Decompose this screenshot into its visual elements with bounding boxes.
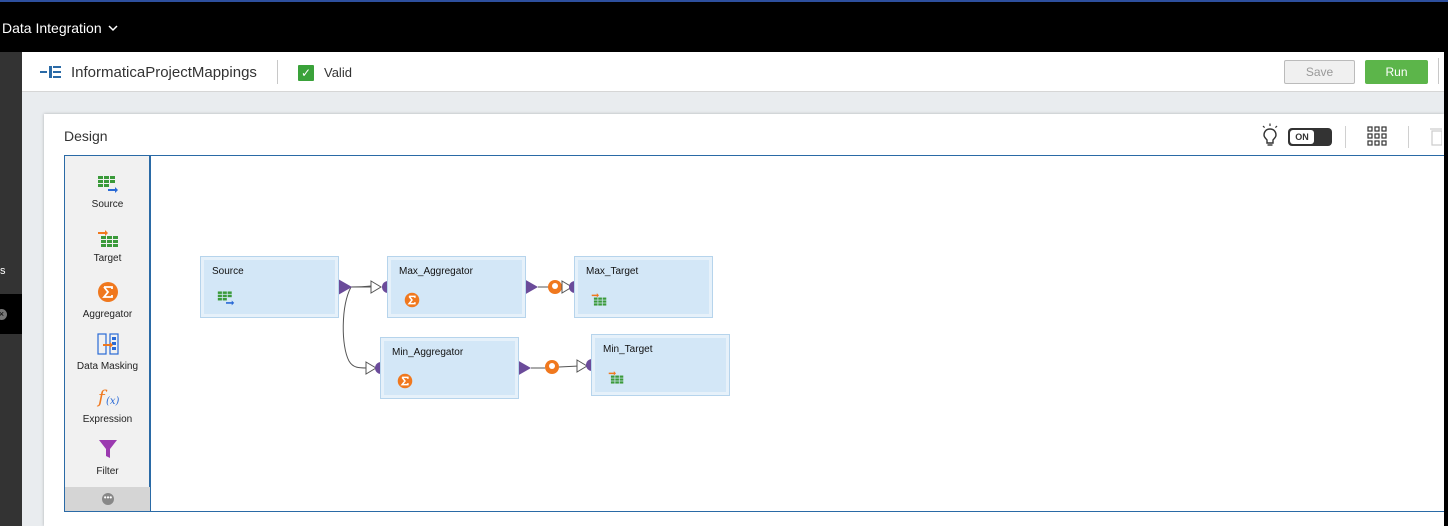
node-max-aggregator[interactable]: Max_Aggregator bbox=[387, 256, 526, 318]
palette-more[interactable]: ••• bbox=[65, 487, 150, 511]
valid-check-icon: ✓ bbox=[298, 65, 314, 81]
source-out-port bbox=[338, 279, 352, 295]
palette-label: Data Masking bbox=[76, 361, 139, 372]
target-icon bbox=[591, 293, 607, 306]
mapping-canvas[interactable]: Source Max_Aggregator Max_Target Min_Agg… bbox=[151, 155, 1444, 512]
aggregator-icon bbox=[97, 282, 118, 302]
palette-label: Filter bbox=[96, 466, 119, 477]
palette-label: Target bbox=[93, 253, 122, 264]
palette-item-expression[interactable]: f (x) Expression bbox=[65, 386, 150, 425]
aggregator-icon bbox=[404, 292, 420, 308]
palette-item-data-masking[interactable]: Data Masking bbox=[65, 333, 150, 372]
node-name: Min_Aggregator bbox=[392, 347, 464, 358]
grid-layout-icon[interactable] bbox=[1367, 126, 1387, 146]
palette-label: Expression bbox=[82, 414, 133, 425]
node-source[interactable]: Source bbox=[200, 256, 339, 318]
node-name: Max_Aggregator bbox=[399, 266, 473, 277]
divider bbox=[1408, 126, 1409, 148]
close-icon[interactable]: × bbox=[0, 309, 7, 320]
validation-status: Valid bbox=[324, 65, 352, 80]
right-edge bbox=[1444, 52, 1448, 526]
palette-label: Aggregator bbox=[82, 309, 133, 320]
data-masking-icon bbox=[96, 333, 119, 355]
source-icon bbox=[217, 291, 235, 306]
app-name: Data Integration bbox=[2, 20, 102, 36]
mapping-header: InformaticaProjectMappings ✓ Valid Save … bbox=[22, 52, 1444, 92]
palette-item-aggregator[interactable]: Aggregator bbox=[65, 281, 150, 320]
palette-label: Source bbox=[91, 199, 124, 210]
recommendation-toggle[interactable]: ON bbox=[1288, 128, 1332, 146]
left-rail-text: s bbox=[0, 265, 6, 277]
divider bbox=[277, 60, 278, 84]
run-button[interactable]: Run bbox=[1365, 60, 1428, 84]
palette-item-source[interactable]: Source bbox=[65, 175, 150, 210]
target-icon bbox=[608, 371, 624, 384]
palette-item-target[interactable]: Target bbox=[65, 229, 150, 264]
transformation-palette: Source Target Aggregator Data Masking f … bbox=[64, 155, 151, 512]
node-min-target[interactable]: Min_Target bbox=[591, 334, 730, 396]
source-icon bbox=[97, 176, 118, 193]
node-max-target[interactable]: Max_Target bbox=[574, 256, 713, 318]
save-button[interactable]: Save bbox=[1284, 60, 1355, 84]
target-icon bbox=[97, 230, 118, 247]
app-switcher[interactable]: Data Integration bbox=[2, 20, 118, 36]
divider bbox=[1345, 126, 1346, 148]
node-min-aggregator[interactable]: Min_Aggregator bbox=[380, 337, 519, 399]
palette-item-filter[interactable]: Filter bbox=[65, 438, 150, 477]
expression-icon: f (x) bbox=[96, 387, 120, 408]
trash-icon[interactable] bbox=[1430, 126, 1442, 146]
mapping-links bbox=[338, 279, 598, 376]
left-rail-active-item[interactable]: × bbox=[0, 294, 22, 334]
left-rail: s × bbox=[0, 52, 22, 526]
aggregator-icon bbox=[397, 373, 413, 389]
toggle-label: ON bbox=[1290, 130, 1314, 144]
mapping-icon bbox=[40, 66, 61, 78]
design-title: Design bbox=[64, 128, 108, 144]
chevron-down-icon bbox=[108, 25, 118, 32]
more-icon[interactable]: ••• bbox=[102, 493, 114, 505]
lightbulb-icon[interactable] bbox=[1260, 123, 1280, 147]
top-bar: Data Integration bbox=[0, 0, 1448, 52]
node-name: Max_Target bbox=[586, 266, 639, 277]
node-name: Min_Target bbox=[603, 344, 653, 355]
node-name: Source bbox=[212, 266, 244, 277]
svg-text:(x): (x) bbox=[106, 396, 120, 407]
filter-icon bbox=[98, 440, 117, 458]
mapping-title: InformaticaProjectMappings bbox=[71, 64, 257, 81]
divider bbox=[1438, 58, 1439, 84]
